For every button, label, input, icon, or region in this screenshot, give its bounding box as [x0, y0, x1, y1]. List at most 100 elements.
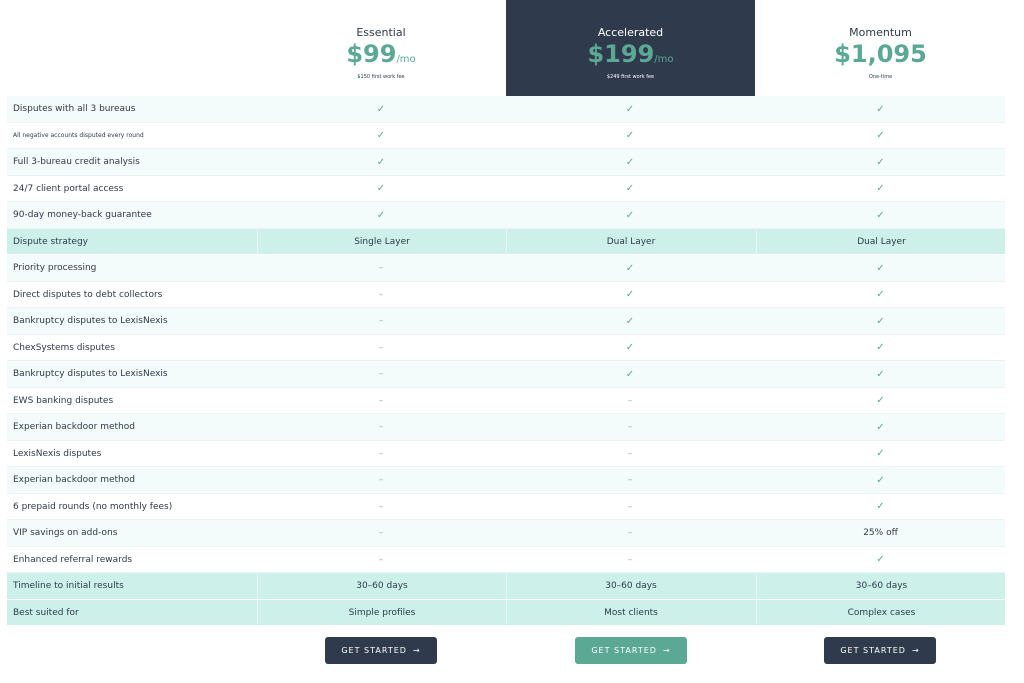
feature-cell: Most clients — [506, 599, 755, 626]
feature-cell: – — [506, 388, 754, 414]
arrow-right-icon: → — [412, 646, 421, 655]
feature-label: Priority processing — [13, 263, 97, 273]
plan-fee: $150 first work fee — [357, 74, 405, 80]
button-label: GET STARTED — [591, 646, 657, 655]
get-started-essential-button[interactable]: GET STARTED → — [325, 637, 437, 664]
feature-label: LexisNexis disputes — [13, 448, 102, 459]
not-included-dash: – — [627, 501, 633, 512]
check-icon: ✓ — [876, 448, 885, 459]
check-icon: ✓ — [876, 209, 885, 221]
feature-cell: – — [506, 494, 754, 520]
table-row: Experian backdoor method – – ✓ — [7, 414, 1005, 441]
feature-value: Dual Layer — [606, 236, 656, 247]
feature-cell: – — [257, 361, 505, 387]
not-included-dash: – — [378, 395, 384, 406]
check-icon: ✓ — [376, 156, 386, 168]
check-icon: ✓ — [376, 103, 386, 115]
table-row: 90-day money-back guarantee ✓ ✓ ✓ — [7, 202, 1005, 229]
not-included-dash: – — [378, 263, 384, 273]
feature-cell: – — [506, 520, 754, 546]
feature-label: EWS banking disputes — [13, 395, 114, 406]
plan-name: Accelerated — [597, 26, 664, 39]
arrow-right-icon: → — [911, 646, 920, 655]
get-started-momentum-button[interactable]: GET STARTED → — [824, 637, 936, 664]
plan-headers: Essential $99/mo $150 first work fee Acc… — [0, 0, 1024, 96]
feature-label: Disputes with all 3 bureaus — [13, 104, 136, 114]
feature-label: Dispute strategy — [13, 236, 89, 247]
check-icon: ✓ — [625, 368, 635, 380]
not-included-dash: – — [378, 501, 384, 512]
feature-cell: Single Layer — [257, 228, 506, 255]
not-included-dash: – — [627, 554, 633, 565]
feature-label: Enhanced referral rewards — [13, 554, 133, 565]
price-period: /mo — [654, 54, 674, 65]
get-started-accelerated-button[interactable]: GET STARTED → — [575, 637, 687, 664]
check-icon: ✓ — [625, 209, 635, 221]
not-included-dash: – — [378, 316, 384, 326]
feature-value: 25% off — [863, 528, 898, 538]
feature-cell: – — [257, 255, 505, 281]
check-icon: ✓ — [876, 315, 885, 327]
not-included-dash: – — [378, 475, 384, 485]
check-icon: ✓ — [625, 289, 635, 300]
feature-label: All negative accounts disputed every rou… — [13, 132, 144, 139]
plan-fee: One-time — [868, 74, 893, 80]
feature-cell: Simple profiles — [257, 599, 506, 626]
feature-value: 30–60 days — [855, 581, 908, 591]
not-included-dash: – — [627, 528, 633, 538]
plan-name: Essential — [356, 26, 406, 39]
feature-value: Dual Layer — [857, 236, 906, 247]
table-row: Experian backdoor method – – ✓ — [7, 467, 1005, 494]
feature-cell: – — [257, 441, 505, 467]
plan-price: $199/mo — [506, 40, 755, 68]
feature-cell: – — [506, 441, 754, 467]
feature-label: Bankruptcy disputes to LexisNexis — [13, 369, 168, 379]
check-icon: ✓ — [625, 183, 635, 194]
feature-cell: – — [257, 520, 505, 546]
plan-accelerated-header: Accelerated $199/mo $249 first work fee — [506, 0, 755, 96]
feature-cell: 25% off — [756, 520, 1005, 546]
check-icon: ✓ — [876, 156, 885, 168]
price-amount: $99 — [346, 40, 397, 68]
check-icon: ✓ — [376, 209, 386, 221]
feature-value: Complex cases — [847, 607, 916, 618]
check-icon: ✓ — [876, 421, 885, 433]
feature-label: Experian backdoor method — [13, 422, 135, 432]
check-icon: ✓ — [876, 103, 885, 115]
feature-cell: – — [257, 282, 505, 308]
check-icon: ✓ — [876, 368, 885, 380]
feature-label: Experian backdoor method — [13, 475, 135, 485]
table-row: Best suited for Simple profiles Most clien… — [7, 599, 1005, 626]
check-icon: ✓ — [876, 554, 885, 565]
plan-fee: $249 first work fee — [606, 74, 655, 80]
feature-label: ChexSystems disputes — [13, 342, 115, 353]
arrow-right-icon: → — [662, 646, 671, 655]
feature-cell: – — [506, 547, 754, 573]
check-icon: ✓ — [625, 315, 635, 327]
table-row: EWS banking disputes – – ✓ — [7, 388, 1005, 414]
not-included-dash: – — [378, 422, 384, 432]
table-row: ChexSystems disputes – ✓ ✓ — [7, 335, 1005, 361]
feature-value: Most clients — [604, 607, 658, 618]
table-row: Priority processing – ✓ ✓ — [7, 255, 1005, 282]
not-included-dash: – — [627, 395, 633, 406]
table-row: Bankruptcy disputes to LexisNexis – ✓ ✓ — [7, 361, 1005, 388]
feature-cell: – — [506, 467, 754, 493]
price-amount: $1,095 — [834, 40, 927, 68]
check-icon: ✓ — [625, 156, 635, 168]
table-row: LexisNexis disputes – – ✓ — [7, 441, 1005, 467]
feature-label: 90-day money-back guarantee — [13, 210, 152, 220]
feature-cell: 30–60 days — [506, 573, 755, 599]
check-icon: ✓ — [376, 130, 386, 141]
not-included-dash: – — [627, 475, 633, 485]
plan-price: $1,095 — [756, 40, 1005, 68]
table-row: Direct disputes to debt collectors – ✓ ✓ — [7, 282, 1005, 308]
feature-label: VIP savings on add-ons — [13, 528, 118, 538]
feature-cell: – — [257, 467, 505, 493]
table-row: Disputes with all 3 bureaus ✓ ✓ ✓ — [7, 96, 1005, 123]
check-icon: ✓ — [625, 262, 635, 274]
feature-label: Timeline to initial results — [13, 581, 124, 591]
button-label: GET STARTED — [840, 646, 906, 655]
check-icon: ✓ — [625, 342, 635, 353]
not-included-dash: – — [378, 289, 384, 300]
